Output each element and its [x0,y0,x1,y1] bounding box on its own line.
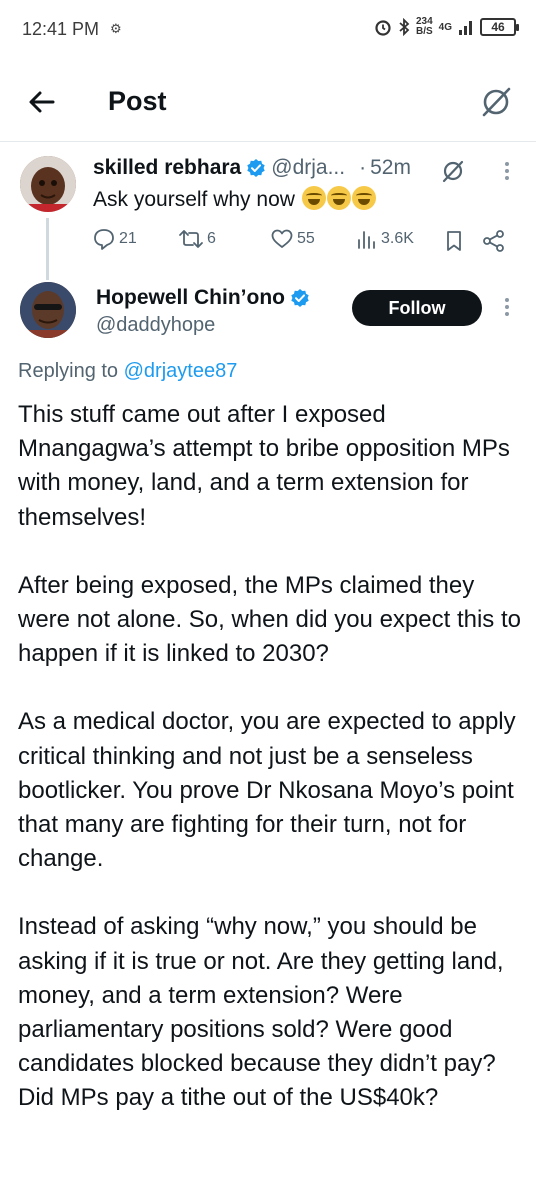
speed-unit: B/S [415,26,433,37]
tweet-paragraph: After being exposed, the MPs claimed the… [18,571,521,668]
tweet-actions: 21 6 55 3.6K [92,228,512,256]
joy-emoji-icon [326,186,351,210]
top-app-bar: Post [0,62,536,142]
tweet-time[interactable]: 52m [370,156,411,180]
tweet-paragraph: This stuff came out after I exposed Mnan… [18,401,510,531]
settings-status-icon: ⚙ [110,21,122,36]
more-options-icon[interactable] [500,160,514,182]
signal-icon [459,21,472,35]
tweet-text-content: Ask yourself why now [93,188,295,211]
replying-to: Replying to @drjaytee87 [18,360,237,383]
reply-count: 21 [119,230,137,247]
parent-tweet[interactable]: skilled rebhara @drja... · 52m Ask yours… [0,142,536,280]
share-icon[interactable] [482,230,506,252]
views-button[interactable]: 3.6K [356,228,414,250]
replying-prefix: Replying to [18,360,119,382]
joy-emoji-icon [351,186,376,210]
tweet-paragraph: Did MPs pay a tithe out of the US$40k? [18,1084,439,1112]
like-count: 55 [297,230,315,247]
battery-icon: 46 [480,18,519,36]
tweet-text: Ask yourself why now [93,186,376,212]
replying-to-link[interactable]: @drjaytee87 [124,360,238,382]
separator-dot: · [359,156,367,179]
alarm-icon [375,20,391,36]
tweet-paragraph: Instead of asking “why now,” you should … [18,913,504,1078]
author-name[interactable]: skilled rebhara [93,156,241,180]
repost-icon [179,230,203,248]
battery-level: 46 [491,20,505,34]
author-name[interactable]: Hopewell Chin’ono [96,286,285,310]
more-options-icon[interactable] [500,296,514,318]
tweet-paragraph: As a medical doctor, you are expected to… [18,708,516,873]
tweet-header: skilled rebhara @drja... · 52m [93,156,411,180]
status-icons: 234 B/S 4G 46 [374,17,519,37]
verified-badge-icon [291,289,309,307]
back-arrow-icon[interactable] [26,86,58,118]
status-bar: 12:41 PM ⚙ 234 B/S 4G 46 [0,0,536,62]
avatar[interactable] [20,282,76,338]
follow-button[interactable]: Follow [352,290,482,326]
network-speed: 234 B/S [416,17,433,37]
repost-button[interactable]: 6 [178,228,216,250]
verified-badge-icon [247,159,265,177]
views-icon [358,231,375,249]
page-title: Post [108,86,167,116]
repost-count: 6 [207,230,216,247]
bluetooth-icon [399,18,410,36]
reply-icon [94,229,114,250]
avatar[interactable] [20,156,76,212]
joy-emoji-icon [301,186,326,210]
status-time: 12:41 PM [22,19,100,39]
author-handle[interactable]: @drja... [271,156,345,180]
bookmark-icon[interactable] [444,230,464,252]
like-button[interactable]: 55 [270,228,315,250]
author-handle[interactable]: @daddyhope [96,314,215,337]
network-type: 4G [438,21,452,33]
grok-icon[interactable] [478,84,514,120]
thread-line [46,218,49,280]
reply-button[interactable]: 21 [92,228,137,250]
grok-icon[interactable] [440,158,466,184]
heart-icon [271,229,293,248]
views-count: 3.6K [381,230,414,247]
tweet-body: This stuff came out after I exposed Mnan… [18,398,528,1116]
author-name-row: Hopewell Chin’ono [96,286,315,310]
